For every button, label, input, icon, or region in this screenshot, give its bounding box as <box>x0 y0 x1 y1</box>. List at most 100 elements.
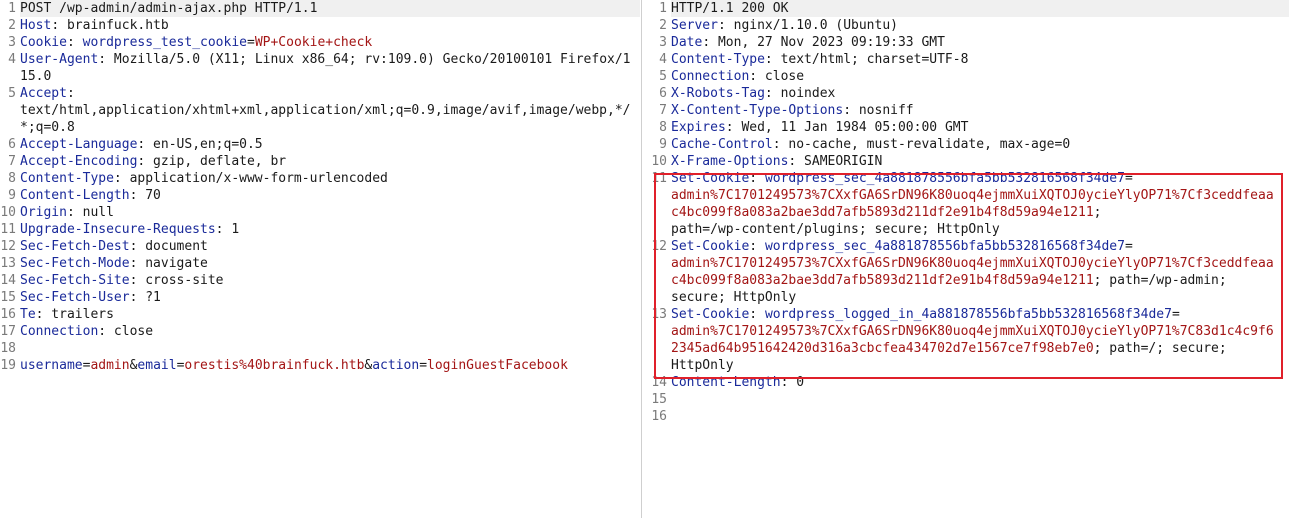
line-content: Date: Mon, 27 Nov 2023 09:19:33 GMT <box>671 34 1289 51</box>
request-line: 6 Accept-Language: en-US,en;q=0.5 <box>0 136 641 153</box>
token: Content-Length <box>20 188 130 203</box>
token: : <box>749 239 765 254</box>
line-number: 17 <box>0 324 16 339</box>
line-content: Set-Cookie: wordpress_sec_4a881878556bfa… <box>671 238 1289 306</box>
line-content <box>20 340 640 357</box>
request-line: 19 username=admin&email=orestis%40brainfu… <box>0 357 641 374</box>
token: X-Robots-Tag <box>671 86 765 101</box>
line-number: 13 <box>651 307 667 322</box>
token: : text/html; charset=UTF-8 <box>764 52 969 67</box>
token: Server <box>671 18 718 33</box>
line-content: Origin: null <box>20 204 640 221</box>
token: Te <box>20 307 36 322</box>
token: : gzip, deflate, br <box>137 154 287 169</box>
line-number: 3 <box>659 35 667 50</box>
token: : null <box>66 205 114 220</box>
token: Content-Type <box>20 171 114 186</box>
response-line: 5 Connection: close <box>651 68 1289 85</box>
token: : nosniff <box>843 103 914 118</box>
line-number: 4 <box>659 52 667 67</box>
line-number: 12 <box>0 239 16 254</box>
line-content: Content-Type: application/x-www-form-url… <box>20 170 640 187</box>
request-line: 2 Host: brainfuck.htb <box>0 17 641 34</box>
response-line: 10 X-Frame-Options: SAMEORIGIN <box>651 153 1289 170</box>
response-line: 6 X-Robots-Tag: noindex <box>651 85 1289 102</box>
request-line: 9 Content-Length: 70 <box>0 187 641 204</box>
line-number: 9 <box>8 188 16 203</box>
token: : no-cache, must-revalidate, max-age=0 <box>772 137 1071 152</box>
token: : navigate <box>129 256 208 271</box>
line-number: 15 <box>0 290 16 305</box>
line-number: 18 <box>0 341 16 356</box>
token: Sec-Fetch-Mode <box>20 256 130 271</box>
response-line: 16 <box>651 408 1289 425</box>
token: : close <box>749 69 805 84</box>
token: X-Content-Type-Options <box>671 103 844 118</box>
line-content: Accept: text/html,application/xhtml+xml,… <box>20 85 640 136</box>
token: Cookie <box>20 35 67 50</box>
token: WP+Cookie+check <box>254 35 373 50</box>
response-viewer[interactable]: 1 HTTP/1.1 200 OK 2 Server: nginx/1.10.0 (U… <box>651 0 1289 518</box>
line-number: 2 <box>8 18 16 33</box>
line-number: 5 <box>659 69 667 84</box>
request-line: 8 Content-Type: application/x-www-form-ur… <box>0 170 641 187</box>
token: Content-Type <box>671 52 765 67</box>
token: = <box>419 358 428 373</box>
token: : 1 <box>215 222 240 237</box>
response-line: 8 Expires: Wed, 11 Jan 1984 05:00:00 GMT <box>651 119 1289 136</box>
line-content: Set-Cookie: wordpress_sec_4a881878556bfa… <box>671 170 1289 238</box>
token: wordpress_logged_in_4a881878556bfa5bb532… <box>764 307 1172 322</box>
token: wordpress_test_cookie <box>82 35 247 50</box>
line-number: 15 <box>651 392 667 407</box>
request-line: 13 Sec-Fetch-Mode: navigate <box>0 255 641 272</box>
response-line: 9 Cache-Control: no-cache, must-revalidat… <box>651 136 1289 153</box>
line-content: Connection: close <box>20 323 640 340</box>
token: Cache-Control <box>671 137 773 152</box>
token: : application/x-www-form-urlencoded <box>113 171 388 186</box>
request-line: 5 Accept: text/html,application/xhtml+xml… <box>0 85 641 136</box>
token: action <box>372 358 420 373</box>
line-content: HTTP/1.1 200 OK <box>671 0 1289 17</box>
token: : <box>66 35 83 50</box>
line-number: 8 <box>659 120 667 135</box>
line-number: 14 <box>0 273 16 288</box>
token: = <box>1124 239 1133 254</box>
request-editor[interactable]: 1 POST /wp-admin/admin-ajax.php HTTP/1.1 2… <box>0 0 641 518</box>
response-line: 14 Content-Length: 0 <box>651 374 1289 391</box>
token: : trailers <box>35 307 114 322</box>
line-content: username=admin&email=orestis%40brainfuck… <box>20 357 640 374</box>
response-line: 4 Content-Type: text/html; charset=UTF-8 <box>651 51 1289 68</box>
line-number: 13 <box>0 256 16 271</box>
token: = <box>247 35 255 50</box>
line-number: 12 <box>651 239 667 254</box>
line-number: 6 <box>8 137 16 152</box>
line-content: Set-Cookie: wordpress_logged_in_4a881878… <box>671 306 1289 374</box>
token: Upgrade-Insecure-Requests <box>20 222 216 237</box>
response-line: 11 Set-Cookie: wordpress_sec_4a881878556b… <box>651 170 1289 238</box>
token: : en-US,en;q=0.5 <box>137 137 263 152</box>
line-content: User-Agent: Mozilla/5.0 (X11; Linux x86_… <box>20 51 640 85</box>
token: Connection <box>671 69 750 84</box>
line-content: Sec-Fetch-User: ?1 <box>20 289 640 306</box>
line-number: 6 <box>659 86 667 101</box>
line-number: 16 <box>651 409 667 424</box>
line-number: 10 <box>651 154 667 169</box>
response-line: 7 X-Content-Type-Options: nosniff <box>651 102 1289 119</box>
token: Sec-Fetch-Dest <box>20 239 130 254</box>
pane-divider[interactable] <box>641 0 642 518</box>
token: : Wed, 11 Jan 1984 05:00:00 GMT <box>725 120 969 135</box>
token: : brainfuck.htb <box>51 18 169 33</box>
line-content: X-Content-Type-Options: nosniff <box>671 102 1289 119</box>
line-content: X-Frame-Options: SAMEORIGIN <box>671 153 1289 170</box>
token: loginGuestFacebook <box>427 358 568 373</box>
line-content: Content-Length: 0 <box>671 374 1289 391</box>
token: Sec-Fetch-Site <box>20 273 130 288</box>
token: : SAMEORIGIN <box>788 154 883 169</box>
line-number: 16 <box>0 307 16 322</box>
request-line: 3 Cookie: wordpress_test_cookie=WP+Cookie… <box>0 34 641 51</box>
token: Accept-Encoding <box>20 154 138 169</box>
token: : <box>749 171 765 186</box>
line-number: 19 <box>0 358 16 373</box>
line-content: Sec-Fetch-Mode: navigate <box>20 255 640 272</box>
request-line: 17 Connection: close <box>0 323 641 340</box>
